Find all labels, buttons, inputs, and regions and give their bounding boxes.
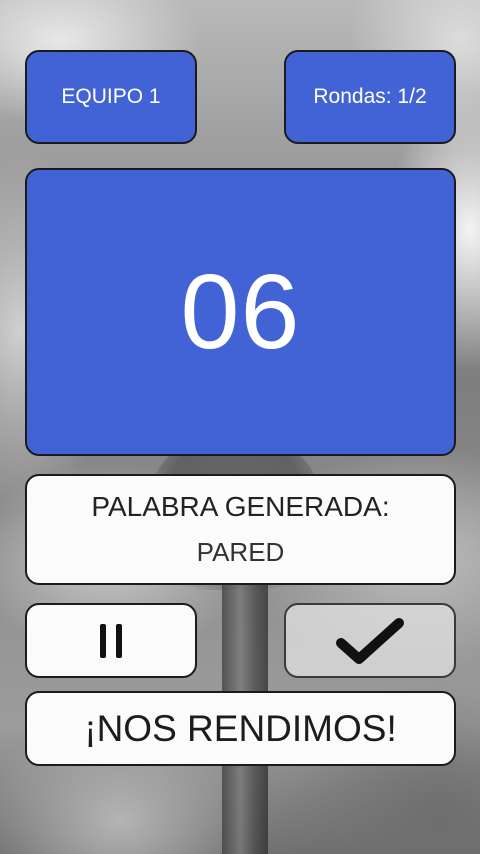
countdown-timer: 06 [25, 168, 456, 456]
timer-value: 06 [180, 252, 301, 371]
rounds-label: Rondas: 1/2 [313, 85, 427, 108]
give-up-label: ¡NOS RENDIMOS! [84, 707, 397, 749]
generated-word-value: PARED [196, 537, 285, 567]
pause-icon [100, 623, 122, 658]
confirm-guess-button[interactable] [284, 603, 456, 678]
pause-button[interactable] [25, 603, 197, 678]
team-indicator: EQUIPO 1 [25, 50, 197, 144]
rounds-indicator: Rondas: 1/2 [284, 50, 456, 144]
give-up-button[interactable]: ¡NOS RENDIMOS! [25, 691, 456, 766]
generated-word-card: PALABRA GENERADA: PARED [25, 474, 456, 585]
team-label: EQUIPO 1 [61, 85, 161, 108]
checkmark-icon [336, 617, 404, 664]
generated-word-label: PALABRA GENERADA: [91, 491, 390, 522]
